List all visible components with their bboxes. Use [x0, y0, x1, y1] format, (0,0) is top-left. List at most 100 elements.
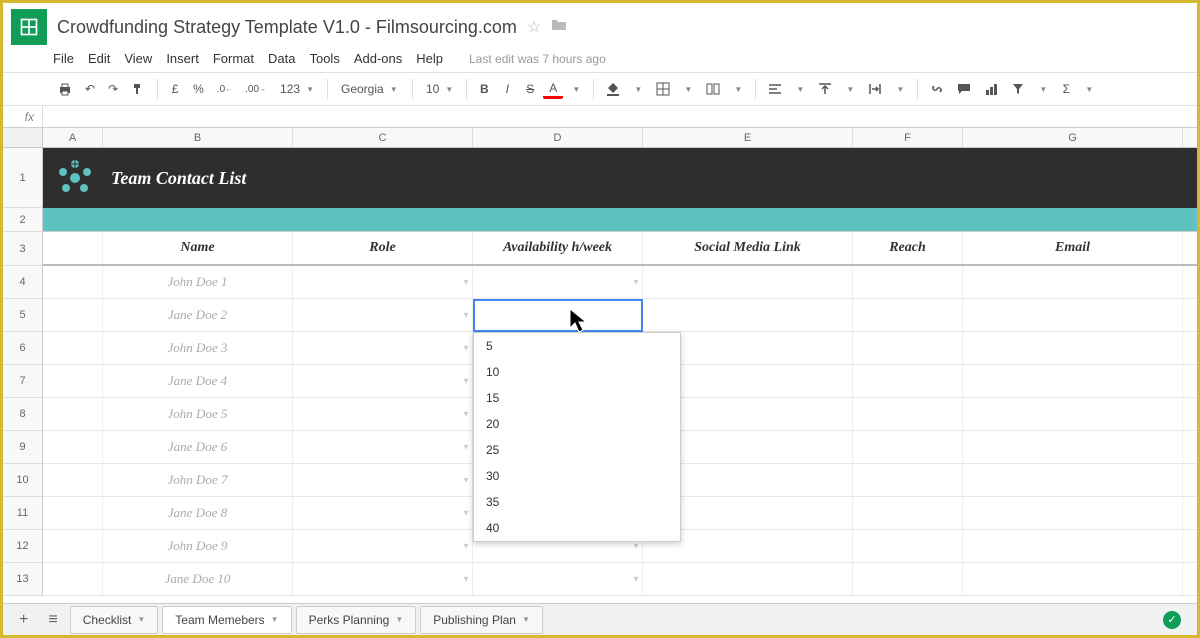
- header-reach[interactable]: Reach: [853, 232, 963, 264]
- dropdown-arrow-icon[interactable]: ▼: [462, 542, 470, 551]
- availability-cell[interactable]: ▼: [473, 563, 643, 595]
- name-cell[interactable]: Jane Doe 8: [103, 497, 293, 529]
- social-cell[interactable]: [643, 563, 853, 595]
- availability-cell[interactable]: ▼: [473, 266, 643, 298]
- email-cell[interactable]: [963, 530, 1183, 562]
- role-cell[interactable]: ▼: [293, 398, 473, 430]
- italic-button[interactable]: I: [497, 77, 517, 101]
- dropdown-arrow-icon[interactable]: ▼: [632, 542, 640, 551]
- borders-caret[interactable]: ▼: [678, 77, 698, 101]
- reach-cell[interactable]: [853, 431, 963, 463]
- cell[interactable]: [43, 365, 103, 397]
- add-sheet-button[interactable]: +: [11, 607, 36, 633]
- role-cell[interactable]: ▼: [293, 431, 473, 463]
- sheets-app-icon[interactable]: [11, 9, 47, 45]
- dropdown-arrow-icon[interactable]: ▼: [462, 344, 470, 353]
- row-header[interactable]: 6: [3, 332, 42, 365]
- merge-cells-button[interactable]: [701, 77, 725, 101]
- menu-file[interactable]: File: [53, 51, 74, 66]
- row-header[interactable]: 5: [3, 299, 42, 332]
- print-icon[interactable]: [53, 77, 77, 101]
- dropdown-arrow-icon[interactable]: ▼: [462, 278, 470, 287]
- header-role[interactable]: Role: [293, 232, 473, 264]
- cell[interactable]: [43, 497, 103, 529]
- strikethrough-button[interactable]: S: [520, 77, 540, 101]
- dropdown-arrow-icon[interactable]: ▼: [632, 278, 640, 287]
- name-cell[interactable]: Jane Doe 2: [103, 299, 293, 331]
- role-cell[interactable]: ▼: [293, 266, 473, 298]
- wrap-button[interactable]: [863, 77, 887, 101]
- col-header-d[interactable]: D: [473, 128, 643, 147]
- email-cell[interactable]: [963, 497, 1183, 529]
- row-header[interactable]: 13: [3, 563, 42, 596]
- text-color-caret[interactable]: ▼: [566, 77, 586, 101]
- row-header[interactable]: 8: [3, 398, 42, 431]
- cell[interactable]: [43, 332, 103, 364]
- text-color-button[interactable]: A: [543, 79, 563, 99]
- dropdown-option[interactable]: 25: [474, 437, 680, 463]
- undo-icon[interactable]: ↶: [80, 77, 100, 101]
- menu-addons[interactable]: Add-ons: [354, 51, 402, 66]
- all-sheets-button[interactable]: ≡: [40, 607, 65, 633]
- functions-button[interactable]: Σ: [1056, 77, 1076, 101]
- menu-data[interactable]: Data: [268, 51, 295, 66]
- sheet-tab-publishing[interactable]: Publishing Plan▼: [420, 606, 543, 634]
- font-size-select[interactable]: 10▼: [420, 80, 459, 98]
- role-cell[interactable]: ▼: [293, 497, 473, 529]
- halign-button[interactable]: [763, 77, 787, 101]
- row-header[interactable]: 7: [3, 365, 42, 398]
- name-cell[interactable]: Jane Doe 10: [103, 563, 293, 595]
- menu-help[interactable]: Help: [416, 51, 443, 66]
- menu-tools[interactable]: Tools: [309, 51, 339, 66]
- cell[interactable]: [43, 530, 103, 562]
- dropdown-option[interactable]: 10: [474, 359, 680, 385]
- header-email[interactable]: Email: [963, 232, 1183, 264]
- role-cell[interactable]: ▼: [293, 332, 473, 364]
- role-cell[interactable]: ▼: [293, 530, 473, 562]
- email-cell[interactable]: [963, 365, 1183, 397]
- sheet-tab-perks[interactable]: Perks Planning▼: [296, 606, 417, 634]
- valign-button[interactable]: [813, 77, 837, 101]
- reach-cell[interactable]: [853, 497, 963, 529]
- sheet-tab-team[interactable]: Team Memebers▼: [162, 606, 291, 634]
- star-icon[interactable]: ☆: [527, 17, 541, 37]
- filter-caret[interactable]: ▼: [1033, 77, 1053, 101]
- dropdown-option[interactable]: 35: [474, 489, 680, 515]
- bold-button[interactable]: B: [474, 77, 494, 101]
- row-header[interactable]: 11: [3, 497, 42, 530]
- role-cell[interactable]: ▼: [293, 464, 473, 496]
- dropdown-arrow-icon[interactable]: ▼: [462, 575, 470, 584]
- col-header-c[interactable]: C: [293, 128, 473, 147]
- email-cell[interactable]: [963, 563, 1183, 595]
- dropdown-arrow-icon[interactable]: ▼: [632, 575, 640, 584]
- social-cell[interactable]: [643, 299, 853, 331]
- email-cell[interactable]: [963, 464, 1183, 496]
- email-cell[interactable]: [963, 398, 1183, 430]
- document-title[interactable]: Crowdfunding Strategy Template V1.0 - Fi…: [57, 17, 517, 38]
- currency-button[interactable]: £: [165, 77, 185, 101]
- valign-caret[interactable]: ▼: [840, 77, 860, 101]
- name-cell[interactable]: John Doe 1: [103, 266, 293, 298]
- role-cell[interactable]: ▼: [293, 299, 473, 331]
- row-header[interactable]: 3: [3, 232, 42, 266]
- row-header[interactable]: 4: [3, 266, 42, 299]
- formula-input[interactable]: [43, 106, 1197, 127]
- reach-cell[interactable]: [853, 563, 963, 595]
- redo-icon[interactable]: ↷: [103, 77, 123, 101]
- dropdown-option[interactable]: 20: [474, 411, 680, 437]
- select-all-corner[interactable]: [3, 128, 43, 147]
- name-cell[interactable]: John Doe 5: [103, 398, 293, 430]
- dropdown-option[interactable]: 40: [474, 515, 680, 541]
- name-cell[interactable]: John Doe 7: [103, 464, 293, 496]
- name-cell[interactable]: John Doe 9: [103, 530, 293, 562]
- reach-cell[interactable]: [853, 332, 963, 364]
- row-header[interactable]: 2: [3, 208, 42, 232]
- sheet-tab-checklist[interactable]: Checklist▼: [70, 606, 159, 634]
- functions-caret[interactable]: ▼: [1079, 77, 1099, 101]
- dropdown-option[interactable]: 30: [474, 463, 680, 489]
- decimal-decrease-button[interactable]: .0←: [212, 77, 237, 101]
- fill-color-button[interactable]: [601, 77, 625, 101]
- filter-icon[interactable]: [1006, 77, 1030, 101]
- fill-color-caret[interactable]: ▼: [628, 77, 648, 101]
- cell[interactable]: [43, 563, 103, 595]
